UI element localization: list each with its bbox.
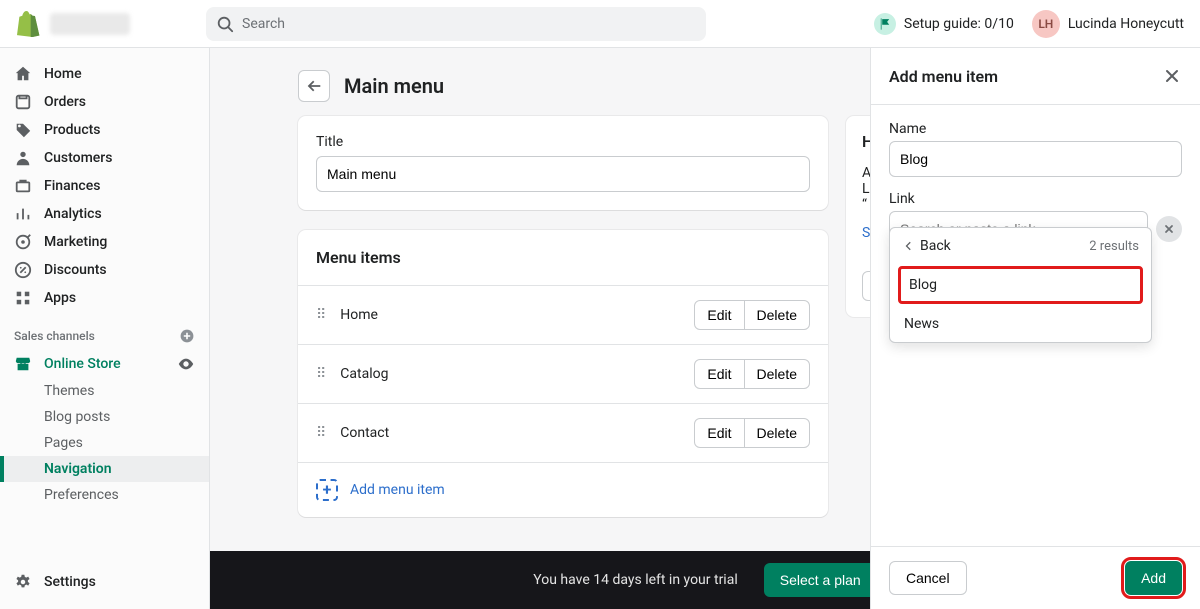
topbar: Search Setup guide: 0/10 LH Lucinda Hone…: [0, 0, 1200, 48]
sidebar-item-discounts[interactable]: Discounts: [0, 256, 209, 284]
add-menu-item-drawer: Add menu item Name Link Back 2 results B: [870, 48, 1200, 609]
edit-button[interactable]: Edit: [694, 418, 744, 448]
sidebar-item-finances[interactable]: Finances: [0, 172, 209, 200]
sidebar-item-label: Apps: [44, 290, 76, 306]
add-channel-icon[interactable]: [179, 328, 195, 344]
back-button[interactable]: [298, 70, 330, 102]
person-icon: [14, 149, 32, 167]
dropdown-back-button[interactable]: Back: [902, 238, 951, 254]
store-name-placeholder: [50, 13, 130, 35]
global-search[interactable]: Search: [206, 7, 706, 41]
discount-icon: [14, 261, 32, 279]
menu-item-row: ⠿ Catalog Edit Delete: [298, 344, 828, 403]
menu-item-name: Contact: [340, 425, 694, 441]
sidebar-item-marketing[interactable]: Marketing: [0, 228, 209, 256]
subnav-themes[interactable]: Themes: [30, 378, 209, 404]
analytics-icon: [14, 205, 32, 223]
title-label: Title: [316, 134, 810, 150]
subnav-pages[interactable]: Pages: [30, 430, 209, 456]
apps-icon: [14, 289, 32, 307]
sidebar-item-home[interactable]: Home: [0, 60, 209, 88]
menu-item-name: Home: [340, 307, 694, 323]
sidebar-item-label: Marketing: [44, 234, 107, 250]
sidebar-item-apps[interactable]: Apps: [0, 284, 209, 312]
search-icon: [216, 15, 242, 33]
orders-icon: [14, 93, 32, 111]
cancel-button[interactable]: Cancel: [889, 561, 967, 595]
add-button[interactable]: Add: [1125, 561, 1182, 595]
gear-icon: [14, 573, 32, 591]
flag-icon: [874, 13, 896, 35]
dropdown-results-count: 2 results: [1089, 239, 1139, 254]
subnav-blog-posts[interactable]: Blog posts: [30, 404, 209, 430]
menu-item-name: Catalog: [340, 366, 694, 382]
dropdown-option-blog[interactable]: Blog: [898, 266, 1143, 304]
link-dropdown: Back 2 results Blog News: [889, 227, 1152, 343]
sidebar-item-label: Customers: [44, 150, 112, 166]
dropdown-option-news[interactable]: News: [890, 306, 1151, 342]
add-menu-item-label: Add menu item: [350, 482, 445, 498]
delete-button[interactable]: Delete: [744, 418, 810, 448]
menu-title-input[interactable]: [316, 156, 810, 192]
link-label: Link: [889, 191, 1182, 207]
delete-button[interactable]: Delete: [744, 359, 810, 389]
sidebar-settings[interactable]: Settings: [0, 559, 209, 609]
close-icon[interactable]: [1162, 66, 1182, 86]
tag-icon: [14, 121, 32, 139]
arrow-left-icon: [305, 77, 323, 95]
sidebar-item-customers[interactable]: Customers: [0, 144, 209, 172]
subnav-navigation[interactable]: Navigation: [0, 456, 209, 482]
title-card: Title: [298, 116, 828, 210]
menu-items-heading: Menu items: [298, 230, 828, 285]
edit-button[interactable]: Edit: [694, 359, 744, 389]
sidebar-item-label: Analytics: [44, 206, 102, 222]
setup-guide-label: Setup guide: 0/10: [904, 16, 1014, 32]
chevron-left-icon: [902, 240, 914, 252]
edit-button[interactable]: Edit: [694, 300, 744, 330]
plus-dashed-icon: +: [316, 479, 338, 501]
sidebar-item-label: Orders: [44, 94, 86, 110]
sidebar-item-label: Online Store: [44, 356, 121, 372]
sidebar-item-online-store[interactable]: Online Store: [0, 350, 209, 378]
target-icon: [14, 233, 32, 251]
sidebar-item-label: Finances: [44, 178, 100, 194]
trial-message: You have 14 days left in your trial: [533, 572, 737, 588]
name-input[interactable]: [889, 141, 1182, 177]
clear-link-icon[interactable]: [1156, 216, 1182, 242]
add-menu-item-button[interactable]: + Add menu item: [298, 462, 828, 517]
dropdown-back-label: Back: [920, 238, 951, 254]
search-placeholder: Search: [242, 16, 285, 32]
sidebar-item-analytics[interactable]: Analytics: [0, 200, 209, 228]
shopify-logo-icon: [16, 11, 40, 37]
user-name: Lucinda Honeycutt: [1068, 16, 1184, 32]
menu-item-row: ⠿ Contact Edit Delete: [298, 403, 828, 462]
settings-label: Settings: [44, 574, 96, 590]
delete-button[interactable]: Delete: [744, 300, 810, 330]
select-plan-button[interactable]: Select a plan: [764, 563, 877, 597]
sidebar-item-orders[interactable]: Orders: [0, 88, 209, 116]
page-title: Main menu: [344, 74, 444, 98]
subnav-preferences[interactable]: Preferences: [30, 482, 209, 508]
sidebar-item-label: Products: [44, 122, 101, 138]
drag-handle-icon[interactable]: ⠿: [316, 425, 326, 441]
drawer-title: Add menu item: [889, 67, 998, 86]
store-icon: [14, 355, 32, 373]
sidebar-item-label: Discounts: [44, 262, 107, 278]
drag-handle-icon[interactable]: ⠿: [316, 307, 326, 323]
eye-icon[interactable]: [177, 355, 195, 373]
drag-handle-icon[interactable]: ⠿: [316, 366, 326, 382]
channels-header: Sales channels: [0, 312, 209, 350]
menu-items-card: Menu items ⠿ Home Edit Delete ⠿ Catalog …: [298, 230, 828, 517]
user-menu[interactable]: LH Lucinda Honeycutt: [1032, 10, 1184, 38]
home-icon: [14, 65, 32, 83]
menu-item-row: ⠿ Home Edit Delete: [298, 285, 828, 344]
avatar: LH: [1032, 10, 1060, 38]
sidebar-item-label: Home: [44, 66, 82, 82]
setup-guide-button[interactable]: Setup guide: 0/10: [874, 13, 1014, 35]
name-label: Name: [889, 121, 1182, 137]
briefcase-icon: [14, 177, 32, 195]
channels-label: Sales channels: [14, 329, 95, 343]
sidebar: Home Orders Products Customers Finances …: [0, 48, 210, 609]
sidebar-item-products[interactable]: Products: [0, 116, 209, 144]
